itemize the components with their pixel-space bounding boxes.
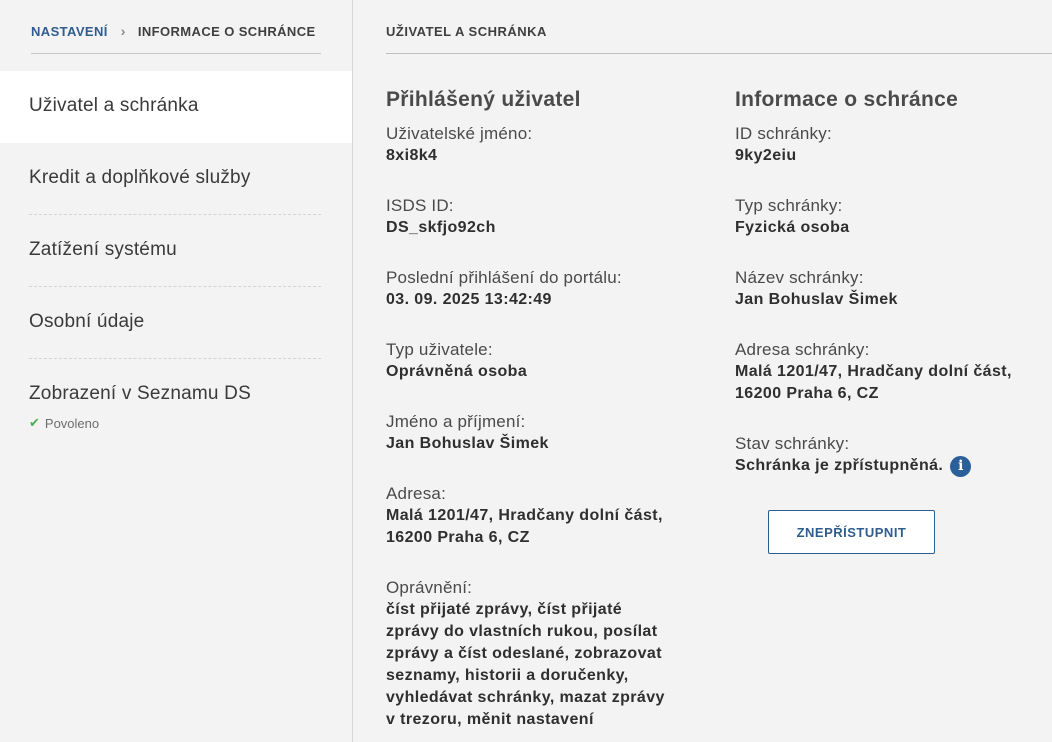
field-value-line: číst přijaté zprávy, číst přijaté [386, 601, 623, 618]
field-value: 8xi8k4 [386, 147, 438, 164]
field-value-line: Malá 1201/47, Hradčany dolní část, [386, 507, 663, 524]
check-icon: ✔ [29, 415, 40, 430]
sidebar-item-label: Osobní údaje [29, 311, 145, 332]
breadcrumb: NASTAVENÍ › INFORMACE O SCHRÁNCE [31, 24, 321, 54]
section-header: UŽIVATEL A SCHRÁNKA [386, 24, 1052, 54]
field-value-line: zprávy do vlastních rukou, posílat [386, 623, 658, 640]
field-value-line: v trezoru, měnit nastavení [386, 711, 594, 728]
sidebar-item-label: Zatížení systému [29, 239, 177, 260]
sidebar-item-label: Kredit a doplňkové služby [29, 167, 251, 188]
field-permissions: Oprávnění: číst přijaté zprávy, číst při… [386, 577, 706, 731]
field-label: ID schránky: [735, 124, 832, 143]
chevron-right-icon: › [120, 23, 126, 39]
field-label: Oprávnění: [386, 578, 473, 597]
main-content: UŽIVATEL A SCHRÁNKA Přihlášený uživatel … [353, 0, 1052, 742]
sidebar-item-label: Zobrazení v Seznamu DS [29, 383, 251, 404]
user-info-title: Přihlášený uživatel [386, 88, 581, 111]
deactivate-box-button[interactable]: ZNEPŘÍSTUPNIT [768, 510, 935, 554]
field-full-name: Jméno a příjmení: Jan Bohuslav Šimek [386, 411, 706, 455]
status-row: Schránka je zpřístupněná. i [735, 455, 1052, 477]
field-label: Adresa schránky: [735, 340, 870, 359]
field-value: Oprávněná osoba [386, 363, 528, 380]
field-value: DS_skfjo92ch [386, 219, 496, 236]
field-label: Jméno a příjmení: [386, 412, 526, 431]
sidebar-item-user-and-box[interactable]: Uživatel a schránka [0, 71, 352, 143]
field-value: Fyzická osoba [735, 219, 850, 236]
field-value-line: seznamy, historii a doručenky, [386, 667, 629, 684]
field-box-name: Název schránky: Jan Bohuslav Šimek [735, 267, 1052, 311]
sidebar: NASTAVENÍ › INFORMACE O SCHRÁNCE Uživate… [0, 0, 352, 742]
sidebar-item-system-load[interactable]: Zatížení systému [0, 215, 352, 287]
sidebar-item-ds-listing[interactable]: Zobrazení v Seznamu DS ✔ Povoleno [0, 359, 352, 449]
field-value: Jan Bohuslav Šimek [735, 291, 898, 308]
field-address: Adresa: Malá 1201/47, Hradčany dolní čás… [386, 483, 706, 549]
field-isds-id: ISDS ID: DS_skfjo92ch [386, 195, 706, 239]
sidebar-item-personal-data[interactable]: Osobní údaje [0, 287, 352, 359]
sidebar-item-credit[interactable]: Kredit a doplňkové služby [0, 143, 352, 215]
field-label: Typ uživatele: [386, 340, 493, 359]
breadcrumb-current: INFORMACE O SCHRÁNCE [137, 24, 316, 39]
field-value-line: 16200 Praha 6, CZ [386, 529, 530, 546]
field-value-line: Malá 1201/47, Hradčany dolní část, [735, 363, 1012, 380]
field-label: Poslední přihlášení do portálu: [386, 268, 622, 287]
field-username: Uživatelské jméno: 8xi8k4 [386, 123, 706, 167]
box-info-title: Informace o schránce [735, 88, 959, 111]
field-value: 9ky2eiu [735, 147, 797, 164]
field-label: Uživatelské jméno: [386, 124, 533, 143]
listing-status-text: Povoleno [44, 415, 100, 431]
user-info-column: Přihlášený uživatel Uživatelské jméno: 8… [386, 88, 706, 742]
field-user-type: Typ uživatele: Oprávněná osoba [386, 339, 706, 383]
field-label: Název schránky: [735, 268, 864, 287]
field-label: Stav schránky: [735, 434, 850, 453]
field-box-address: Adresa schránky: Malá 1201/47, Hradčany … [735, 339, 1052, 405]
field-label: Typ schránky: [735, 196, 843, 215]
field-box-type: Typ schránky: Fyzická osoba [735, 195, 1052, 239]
field-value: Schránka je zpřístupněná. [735, 457, 944, 474]
field-box-status: Stav schránky: Schránka je zpřístupněná.… [735, 433, 1052, 477]
field-value-line: vyhledávat schránky, mazat zprávy [386, 689, 665, 706]
field-value: 03. 09. 2025 13:42:49 [386, 291, 552, 308]
field-label: ISDS ID: [386, 196, 454, 215]
field-value-line: zprávy a číst odeslané, zobrazovat [386, 645, 662, 662]
box-info-column: Informace o schránce ID schránky: 9ky2ei… [735, 88, 1052, 505]
field-box-id: ID schránky: 9ky2eiu [735, 123, 1052, 167]
page: NASTAVENÍ › INFORMACE O SCHRÁNCE Uživate… [0, 0, 1052, 742]
sidebar-item-label: Uživatel a schránka [29, 95, 199, 116]
field-label: Adresa: [386, 484, 446, 503]
info-icon[interactable]: i [950, 455, 972, 477]
field-value-line: 16200 Praha 6, CZ [735, 385, 879, 402]
listing-status: ✔ Povoleno [29, 415, 99, 431]
breadcrumb-link-nastaveni[interactable]: NASTAVENÍ [31, 24, 108, 39]
field-value: Jan Bohuslav Šimek [386, 435, 549, 452]
field-last-login: Poslední přihlášení do portálu: 03. 09. … [386, 267, 706, 311]
